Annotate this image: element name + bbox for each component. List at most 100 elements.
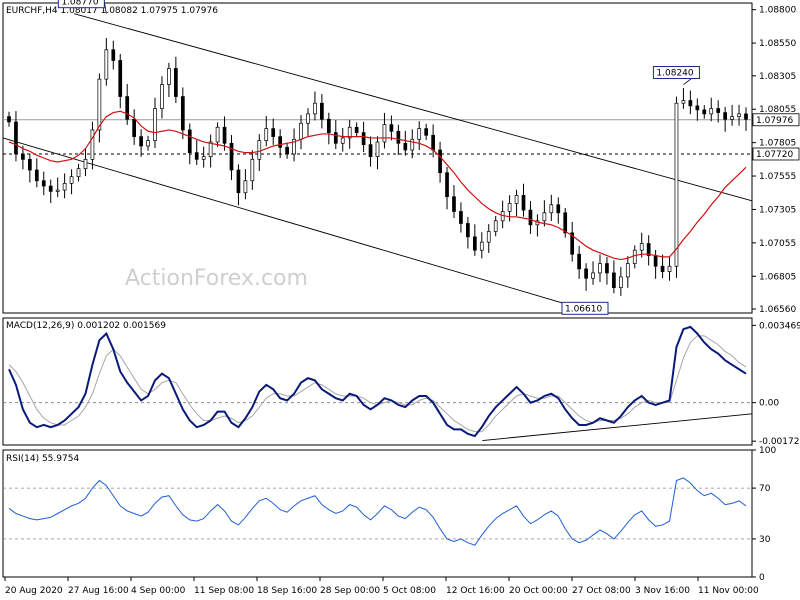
candle-body-90 (632, 249, 637, 264)
candle-body-26 (187, 129, 192, 154)
x-tick-label-11: 11 Nov 00:00 (698, 586, 759, 596)
candle-body-36 (257, 140, 262, 160)
candle-body-18 (132, 118, 137, 137)
price-tick-label-9: 1.06560 (759, 305, 796, 315)
candle-body-65 (459, 211, 463, 224)
x-tick-label-8: 20 Oct 00:00 (509, 586, 568, 596)
candle-body-95 (667, 265, 672, 272)
candle-body-0 (7, 116, 11, 123)
candle-body-105 (737, 113, 741, 117)
candle-body-16 (118, 60, 123, 97)
price-tick-label-0: 1.08800 (759, 6, 796, 16)
x-tick-label-7: 12 Oct 16:00 (446, 586, 505, 596)
candle-body-5 (41, 180, 46, 187)
candle-body-78 (549, 204, 554, 214)
candle-body-96 (674, 102, 679, 267)
candle-body-20 (146, 140, 150, 147)
chart-root: ActionForex.com EURCHF,H4 1.08017 1.0808… (0, 0, 800, 600)
candle-body-62 (438, 149, 442, 174)
candle-body-84 (591, 272, 595, 279)
candle-body-75 (528, 209, 533, 226)
candle-body-27 (194, 152, 199, 160)
candle-body-37 (264, 128, 269, 141)
candle-body-38 (271, 128, 276, 137)
candle-body-24 (174, 68, 178, 97)
candle-body-8 (62, 183, 67, 191)
candle-body-34 (243, 180, 248, 194)
candle-body-85 (598, 263, 602, 274)
macd-tick-label-0: 0.003469 (759, 321, 800, 331)
candle-body-48 (340, 137, 345, 144)
rsi-tick-label-1: 70 (759, 484, 771, 494)
candle-body-9 (69, 176, 74, 184)
x-tick-label-3: 11 Sep 08:00 (194, 586, 254, 596)
candle-body-22 (160, 84, 164, 109)
candle-body-83 (584, 268, 588, 279)
candle-body-25 (180, 96, 185, 131)
price-tick-label-4: 1.07805 (759, 139, 796, 149)
price-tick-label-5: 1.07555 (759, 172, 796, 182)
x-tick-label-5: 28 Sep 00:00 (320, 586, 380, 596)
price-tick-label-7: 1.07055 (759, 239, 796, 249)
x-tick-label-6: 5 Oct 08:00 (383, 586, 436, 596)
chart-svg: ActionForex.com EURCHF,H4 1.08017 1.0808… (0, 0, 800, 600)
candle-body-86 (605, 263, 609, 274)
candle-body-19 (139, 136, 143, 147)
candle-body-39 (278, 136, 283, 148)
candle-body-10 (76, 168, 81, 178)
candle-body-77 (542, 212, 547, 222)
candle-body-14 (104, 49, 109, 80)
candle-body-70 (493, 220, 498, 232)
candle-body-63 (445, 172, 449, 198)
candle-body-103 (723, 112, 727, 120)
candle-body-61 (431, 134, 435, 151)
candle-body-68 (479, 241, 484, 251)
candle-body-88 (618, 276, 623, 288)
x-tick-label-0: 20 Aug 2020 (5, 586, 63, 596)
candle-body-101 (709, 108, 714, 115)
price-tick-label-2: 1.08305 (759, 72, 796, 82)
candle-body-87 (612, 272, 616, 288)
candle-body-33 (236, 169, 241, 194)
candle-body-89 (625, 263, 630, 278)
candle-body-50 (354, 126, 359, 133)
candle-body-23 (167, 68, 171, 85)
annotation-text-1: 1.08240 (656, 69, 693, 79)
candle-body-21 (153, 108, 157, 141)
candle-body-82 (577, 253, 581, 270)
candle-body-30 (215, 126, 220, 143)
candle-body-100 (702, 109, 707, 115)
x-tick-label-2: 4 Sep 00:00 (131, 586, 186, 596)
candle-body-15 (111, 49, 116, 61)
candle-body-66 (466, 223, 470, 238)
candle-body-1 (14, 121, 18, 155)
candle-body-43 (306, 113, 310, 124)
candle-body-73 (514, 195, 519, 204)
candle-body-72 (507, 203, 512, 212)
candle-body-45 (320, 102, 324, 120)
candle-body-80 (563, 212, 568, 234)
x-tick-label-1: 27 Aug 16:00 (68, 586, 129, 596)
candle-body-12 (90, 129, 95, 160)
price-tick-label-8: 1.06805 (759, 272, 796, 282)
x-tick-label-4: 18 Sep 16:00 (257, 586, 317, 596)
rsi-tick-label-0: 100 (759, 446, 776, 456)
candle-body-4 (34, 169, 39, 182)
candle-body-31 (222, 126, 227, 144)
candle-body-94 (660, 265, 665, 272)
candle-body-60 (424, 128, 429, 136)
rsi-label: RSI(14) 55.9754 (6, 454, 79, 464)
candle-body-51 (361, 132, 366, 145)
candle-body-42 (299, 122, 303, 140)
candle-body-28 (201, 156, 206, 160)
annotation-text-0: 1.08770 (61, 0, 98, 8)
candle-body-13 (97, 78, 102, 131)
symbol-header: EURCHF,H4 1.08017 1.08082 1.07975 1.0797… (6, 6, 218, 16)
candle-body-47 (333, 132, 338, 144)
macd-tick-label-1: 0.00 (759, 399, 779, 409)
candle-body-2 (21, 153, 25, 160)
candle-body-6 (48, 185, 53, 192)
candle-body-74 (521, 195, 526, 211)
candle-body-104 (730, 116, 734, 120)
candle-body-3 (28, 158, 32, 171)
